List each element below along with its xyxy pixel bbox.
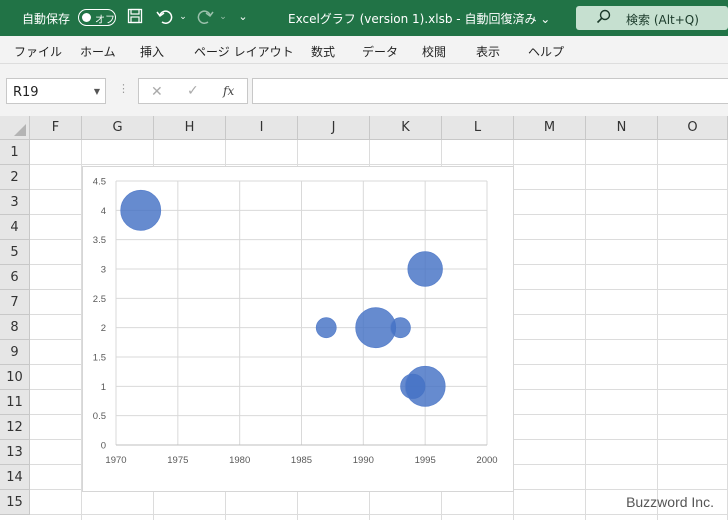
worksheet[interactable]: FGHIJKLMNO 1 2 3 4 5 6 7 8 9 10 11 12 13 14 15 0 0.5 1 1.… [0, 116, 728, 520]
menu-formulas[interactable]: 数式 [311, 43, 335, 60]
row-header-14[interactable]: 14 [0, 465, 30, 490]
row-header-12[interactable]: 12 [0, 415, 30, 440]
y-tick-label: 1.5 [93, 353, 106, 364]
menu-home[interactable]: ホーム [80, 43, 116, 60]
gridline [657, 140, 658, 520]
title-bar: 自動保存 オフ ⌄ ⌄ ⌄ Excelグラフ (version 1).xlsb … [0, 0, 728, 36]
row-header-10[interactable]: 10 [0, 365, 30, 390]
autosave-toggle[interactable]: オフ [78, 9, 116, 26]
column-header-k[interactable]: K [370, 116, 442, 140]
menu-file[interactable]: ファイル [14, 43, 62, 60]
row-header-2[interactable]: 2 [0, 165, 30, 190]
y-tick-label: 0 [101, 441, 106, 452]
x-tick-label: 1995 [415, 455, 436, 466]
enter-icon[interactable]: ✓ [187, 83, 199, 99]
save-icon[interactable] [126, 8, 144, 26]
y-tick-label: 3.5 [93, 235, 106, 246]
row-header-7[interactable]: 7 [0, 290, 30, 315]
x-tick-label: 1990 [353, 455, 374, 466]
y-tick-label: 1 [101, 382, 106, 393]
toggle-text: オフ [95, 15, 115, 26]
autosave-label: 自動保存 [22, 12, 71, 26]
bubble-point [315, 317, 337, 339]
more-icon[interactable]: ⋮ [118, 82, 129, 95]
x-tick-label: 1980 [229, 455, 250, 466]
gridline [585, 140, 586, 520]
bubble-chart[interactable]: 0 0.5 1 1.5 2 2.5 3 3.5 4 4.5 1970 1975 1980 1985 1990… [82, 166, 514, 492]
column-header-n[interactable]: N [586, 116, 658, 140]
y-tick-label: 4.5 [93, 177, 106, 188]
bubble-point [404, 365, 446, 407]
search-text: 検索 (Alt+Q) [626, 13, 699, 27]
customize-toolbar-icon[interactable]: ⌄ [234, 8, 252, 26]
y-tick-label: 2 [101, 323, 106, 334]
watermark: Buzzword Inc. [626, 494, 714, 510]
gridline [30, 514, 728, 515]
column-header-m[interactable]: M [514, 116, 586, 140]
menu-insert[interactable]: 挿入 [140, 43, 164, 60]
formula-buttons: ✕ ✓ fx [138, 78, 248, 104]
column-header-g[interactable]: G [82, 116, 154, 140]
row-header-6[interactable]: 6 [0, 265, 30, 290]
ribbon-menu: ファイル ホーム 挿入 ページ レイアウト 数式 データ 校閲 表示 ヘルプ [0, 36, 728, 64]
row-header-5[interactable]: 5 [0, 240, 30, 265]
formula-bar: R19 ▼ ⋮ ✕ ✓ fx [0, 64, 728, 116]
x-tick-label: 1975 [167, 455, 188, 466]
formula-input[interactable] [252, 78, 728, 104]
toggle-knob [82, 13, 91, 22]
column-header-f[interactable]: F [30, 116, 82, 140]
row-header-1[interactable]: 1 [0, 140, 30, 165]
row-header-15[interactable]: 15 [0, 490, 30, 515]
search-box[interactable]: 検索 (Alt+Q) [576, 6, 728, 30]
redo-dropdown-icon[interactable]: ⌄ [214, 8, 232, 26]
y-tick-label: 4 [101, 206, 106, 217]
column-header-o[interactable]: O [658, 116, 728, 140]
search-icon [596, 9, 612, 28]
chevron-down-icon[interactable]: ▼ [94, 87, 100, 96]
y-tick-label: 3 [101, 265, 106, 276]
column-header-i[interactable]: I [226, 116, 298, 140]
row-header-9[interactable]: 9 [0, 340, 30, 365]
redo-icon[interactable] [196, 8, 214, 26]
cancel-icon[interactable]: ✕ [151, 84, 163, 100]
y-tick-label: 2.5 [93, 294, 106, 305]
select-all-icon [14, 124, 26, 136]
undo-icon[interactable] [156, 8, 174, 26]
column-header-l[interactable]: L [442, 116, 514, 140]
menu-review[interactable]: 校閲 [422, 43, 446, 60]
window-title: Excelグラフ (version 1).xlsb - 自動回復済み ⌄ [288, 12, 551, 26]
undo-dropdown-icon[interactable]: ⌄ [174, 8, 192, 26]
bubble-point [120, 189, 162, 231]
row-header-3[interactable]: 3 [0, 190, 30, 215]
bubble-point [390, 317, 411, 339]
row-header-13[interactable]: 13 [0, 440, 30, 465]
column-header-h[interactable]: H [154, 116, 226, 140]
menu-view[interactable]: 表示 [476, 43, 500, 60]
menu-help[interactable]: ヘルプ [528, 43, 564, 60]
y-tick-label: 0.5 [93, 411, 106, 422]
menu-page-layout[interactable]: ページ レイアウト [194, 43, 294, 60]
row-header-4[interactable]: 4 [0, 215, 30, 240]
row-header-11[interactable]: 11 [0, 390, 30, 415]
chart-canvas: 0 0.5 1 1.5 2 2.5 3 3.5 4 4.5 1970 1975 1980 1985 1990… [93, 177, 498, 467]
menu-data[interactable]: データ [362, 43, 398, 60]
x-tick-label: 1985 [291, 455, 312, 466]
select-all-button[interactable] [0, 116, 30, 140]
name-box-value: R19 [13, 85, 39, 100]
bubble-point [355, 307, 397, 349]
bubble-point [407, 251, 443, 287]
gridline [30, 164, 728, 165]
x-tick-label: 2000 [476, 455, 497, 466]
insert-function-icon[interactable]: fx [223, 84, 234, 98]
name-box[interactable]: R19 ▼ [6, 78, 106, 104]
row-header-8[interactable]: 8 [0, 315, 30, 340]
x-tick-label: 1970 [105, 455, 126, 466]
column-header-j[interactable]: J [298, 116, 370, 140]
